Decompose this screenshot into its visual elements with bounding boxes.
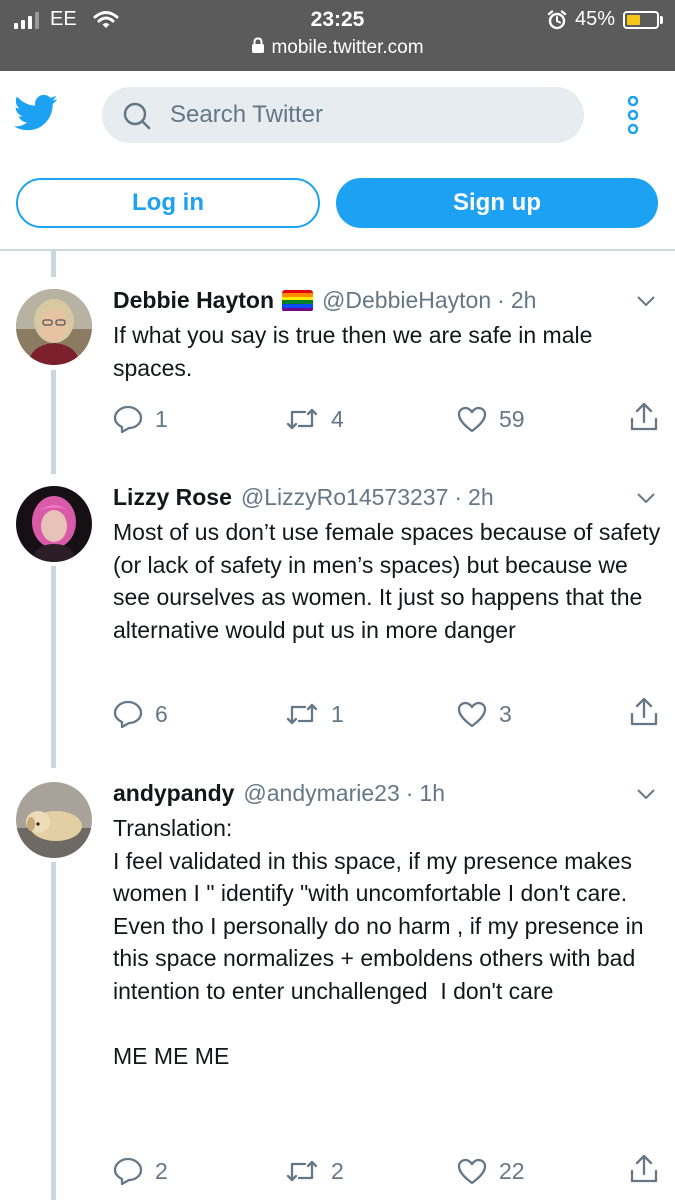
reply-count: 2	[155, 1158, 168, 1184]
thread-line	[51, 251, 56, 277]
author-handle[interactable]: @andymarie23	[243, 780, 399, 807]
reply-icon	[113, 405, 143, 433]
rainbow-flag-icon	[282, 289, 314, 312]
tweet-text: Most of us don’t use female spaces becau…	[113, 519, 667, 643]
avatar[interactable]	[16, 289, 92, 365]
reply-button[interactable]: 6	[113, 699, 168, 729]
status-right: 45%	[547, 8, 663, 31]
like-button[interactable]: 59	[457, 404, 525, 434]
battery-icon	[623, 10, 659, 29]
tweet[interactable]: Debbie Hayton @DebbieHayton · 2h If what…	[0, 287, 675, 447]
alarm-icon	[547, 9, 567, 29]
retweet-count: 2	[331, 1158, 344, 1184]
share-icon[interactable]	[629, 1154, 659, 1184]
like-button[interactable]: 3	[457, 699, 512, 729]
retweet-button[interactable]: 1	[285, 699, 344, 729]
tweet[interactable]: Lizzy Rose @LizzyRo14573237 · 2h Most of…	[0, 484, 675, 744]
retweet-icon	[286, 1160, 318, 1182]
reply-count: 6	[155, 701, 168, 727]
tweet-actions: 6 1 3	[113, 697, 663, 729]
tweet[interactable]: andypandy @andymarie23 · 1h Translation:…	[0, 780, 675, 1200]
author-handle[interactable]: @DebbieHayton	[322, 287, 491, 314]
heart-icon	[457, 701, 487, 727]
twitter-bird-icon[interactable]	[14, 94, 58, 132]
like-count: 22	[499, 1158, 525, 1184]
share-icon[interactable]	[629, 697, 659, 727]
lock-icon	[252, 37, 265, 53]
author-name[interactable]: Lizzy Rose	[113, 484, 232, 511]
url-text: mobile.twitter.com	[271, 37, 424, 58]
author-name[interactable]: Debbie Hayton	[113, 287, 274, 314]
site-header: Log in Sign up	[0, 71, 675, 251]
search-input[interactable]	[170, 87, 560, 143]
battery-percent: 45%	[574, 8, 615, 30]
login-button[interactable]: Log in	[16, 178, 320, 228]
retweet-button[interactable]: 2	[285, 1156, 344, 1186]
retweet-icon	[286, 408, 318, 430]
tweet-time[interactable]: 1h	[419, 780, 445, 807]
reply-icon	[113, 1157, 143, 1185]
retweet-button[interactable]: 4	[285, 404, 344, 434]
more-options-icon[interactable]	[622, 96, 644, 134]
chevron-down-icon[interactable]	[636, 491, 656, 505]
reply-button[interactable]: 2	[113, 1156, 168, 1186]
retweet-count: 4	[331, 406, 344, 432]
reply-button[interactable]: 1	[113, 404, 168, 434]
like-count: 59	[499, 406, 525, 432]
share-icon[interactable]	[629, 402, 659, 432]
status-bar: EE 23:25 45% mobile.twitter.com	[0, 0, 675, 71]
tweet-actions: 2 2 22	[113, 1154, 663, 1186]
search-box[interactable]	[102, 87, 584, 143]
tweet-text: If what you say is true then we are safe…	[113, 322, 599, 381]
tweet-header: Debbie Hayton @DebbieHayton · 2h	[113, 287, 537, 314]
chevron-down-icon[interactable]	[636, 787, 656, 801]
tweet-text: Translation: I feel validated in this sp…	[113, 815, 644, 1069]
like-button[interactable]: 22	[457, 1156, 525, 1186]
chevron-down-icon[interactable]	[636, 294, 656, 308]
reply-count: 1	[155, 406, 168, 432]
author-handle[interactable]: @LizzyRo14573237	[241, 484, 448, 511]
like-count: 3	[499, 701, 512, 727]
tweet-header: Lizzy Rose @LizzyRo14573237 · 2h	[113, 484, 494, 511]
tweet-header: andypandy @andymarie23 · 1h	[113, 780, 446, 807]
tweet-time[interactable]: 2h	[468, 484, 494, 511]
avatar[interactable]	[16, 782, 92, 858]
retweet-count: 1	[331, 701, 344, 727]
reply-icon	[113, 700, 143, 728]
tweet-time[interactable]: 2h	[511, 287, 537, 314]
search-icon	[123, 102, 151, 130]
heart-icon	[457, 1158, 487, 1184]
retweet-icon	[286, 703, 318, 725]
signup-button[interactable]: Sign up	[336, 178, 658, 228]
address-bar[interactable]: mobile.twitter.com	[0, 37, 675, 59]
tweet-actions: 1 4 59	[113, 402, 663, 434]
avatar[interactable]	[16, 486, 92, 562]
heart-icon	[457, 406, 487, 432]
author-name[interactable]: andypandy	[113, 780, 234, 807]
